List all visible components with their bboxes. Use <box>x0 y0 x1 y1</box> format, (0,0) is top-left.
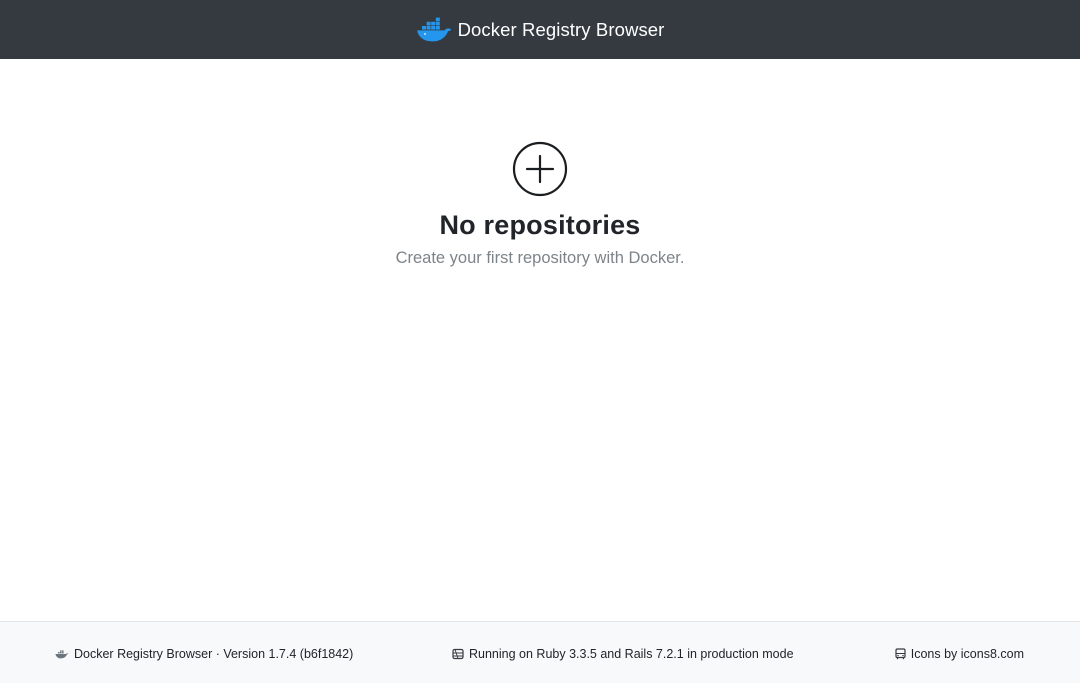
main-content: No repositories Create your first reposi… <box>0 59 1080 621</box>
empty-state-subtitle: Create your first repository with Docker… <box>395 249 685 267</box>
footer-credits: Icons by icons8.com <box>895 647 1024 661</box>
empty-state-title: No repositories <box>439 210 641 240</box>
server-icon <box>452 648 464 660</box>
bus-icon <box>895 648 906 660</box>
plus-circle-icon <box>512 141 567 197</box>
docker-whale-icon <box>55 650 69 659</box>
icons8-credit-link[interactable]: Icons by icons8.com <box>911 647 1024 661</box>
footer-runtime: Running on Ruby 3.3.5 and Rails 7.2.1 in… <box>452 647 794 661</box>
top-navbar: Docker Registry Browser <box>0 0 1080 59</box>
empty-state: No repositories Create your first reposi… <box>0 141 1080 268</box>
footer-runtime-text: Running on Ruby 3.3.5 and Rails 7.2.1 in… <box>469 647 794 661</box>
brand-link[interactable]: Docker Registry Browser <box>416 17 665 43</box>
footer-version-text: Docker Registry Browser · Version 1.7.4 … <box>74 647 354 661</box>
brand-title: Docker Registry Browser <box>457 18 665 40</box>
docker-whale-icon <box>416 17 451 41</box>
page-footer: Docker Registry Browser · Version 1.7.4 … <box>0 621 1080 683</box>
footer-version: Docker Registry Browser · Version 1.7.4 … <box>55 647 353 661</box>
